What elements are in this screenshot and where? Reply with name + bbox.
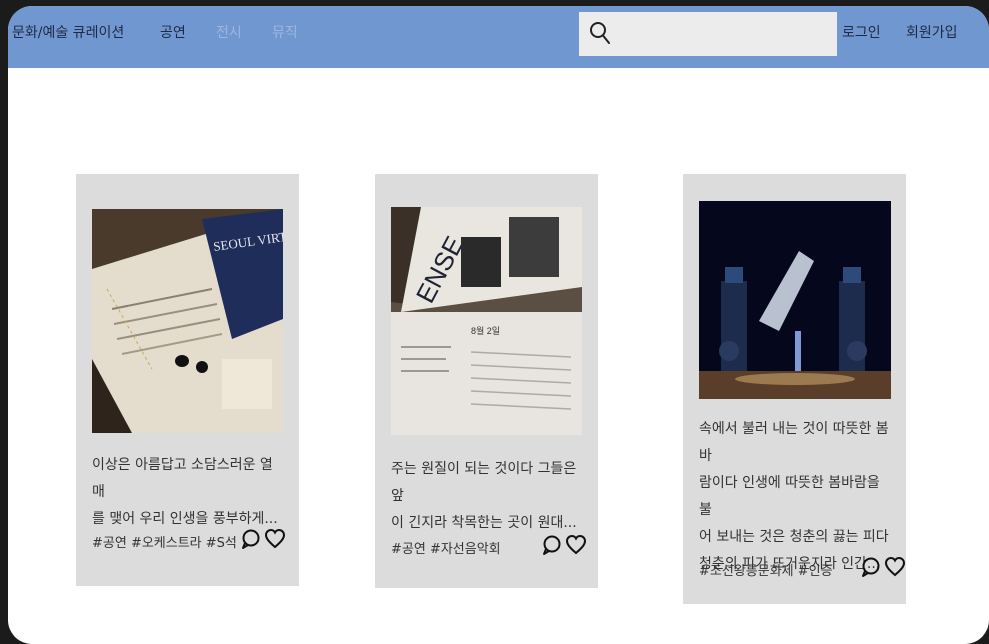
card-1-tags[interactable]: #공연 #오케스트라 #S석 [92,532,237,551]
stage-performance-image [699,201,891,399]
card-3-tags[interactable]: #조선왕릉문화제 #인증 [699,560,833,579]
heart-icon[interactable] [264,528,286,550]
card-1-photo[interactable]: SEOUL VIRTUOSI [92,209,283,433]
brand-logo-text[interactable]: 문화/예술 큐레이션 [12,22,124,42]
nav-item-music[interactable]: 뮤직 [272,22,298,42]
program-date-text: 8월 2일 [471,325,500,336]
login-link[interactable]: 로그인 [842,22,881,42]
card-1-text-line-1: 이상은 아름답고 소담스러운 열매 [92,457,273,500]
curation-card-3[interactable]: 속에서 불러 내는 것이 따뜻한 봄바 람이다 인생에 따뜻한 봄바람을 불 어… [683,174,906,604]
card-3-actions [860,556,906,578]
card-1-text-line-2: 를 맺어 우리 인생을 풍부하게... [92,511,278,527]
nav-item-performance[interactable]: 공연 [160,22,186,42]
heart-icon[interactable] [884,556,906,578]
card-3-text-line-2: 람이다 인생에 따뜻한 봄바람을 불 [699,475,880,518]
card-3-photo[interactable] [699,201,891,399]
card-2-text-line-2: 이 긴지라 착목한는 곳이 원대... [391,515,577,531]
comment-icon[interactable] [240,528,262,550]
signup-link[interactable]: 회원가입 [906,22,958,42]
search-icon [590,22,610,44]
nav-item-exhibition[interactable]: 전시 [216,22,242,42]
card-1-actions [240,528,286,550]
app-frame: 문화/예술 큐레이션 공연 전시 뮤직 로그인 회원가입 SEOUL VIRTU… [8,6,989,644]
card-3-text-line-1: 속에서 불러 내는 것이 따뜻한 봄바 [699,421,889,464]
comment-icon[interactable] [541,534,563,556]
card-2-text-line-1: 주는 원질이 되는 것이다 그들은 앞 [391,461,577,504]
heart-icon[interactable] [565,534,587,556]
search-input[interactable] [579,12,837,56]
concert-ticket-image: SEOUL VIRTUOSI [92,209,283,433]
curation-card-1[interactable]: SEOUL VIRTUOSI 이상은 아름답고 소담스러운 열매 를 맺어 우리… [76,174,299,586]
card-2-photo[interactable]: ENSE 8월 2일 [391,207,582,435]
comment-icon[interactable] [860,556,882,578]
concert-program-image: ENSE 8월 2일 [391,207,582,435]
curation-card-2[interactable]: ENSE 8월 2일 주는 원질이 되는 것이다 그들은 앞 이 긴지라 착목한… [375,174,598,588]
card-2-actions [541,534,587,556]
top-nav: 문화/예술 큐레이션 공연 전시 뮤직 로그인 회원가입 [8,6,989,68]
card-3-text-line-3: 어 보내는 것은 청춘의 끓는 피다 [699,529,889,545]
card-2-tags[interactable]: #공연 #자선음악회 [391,538,501,557]
